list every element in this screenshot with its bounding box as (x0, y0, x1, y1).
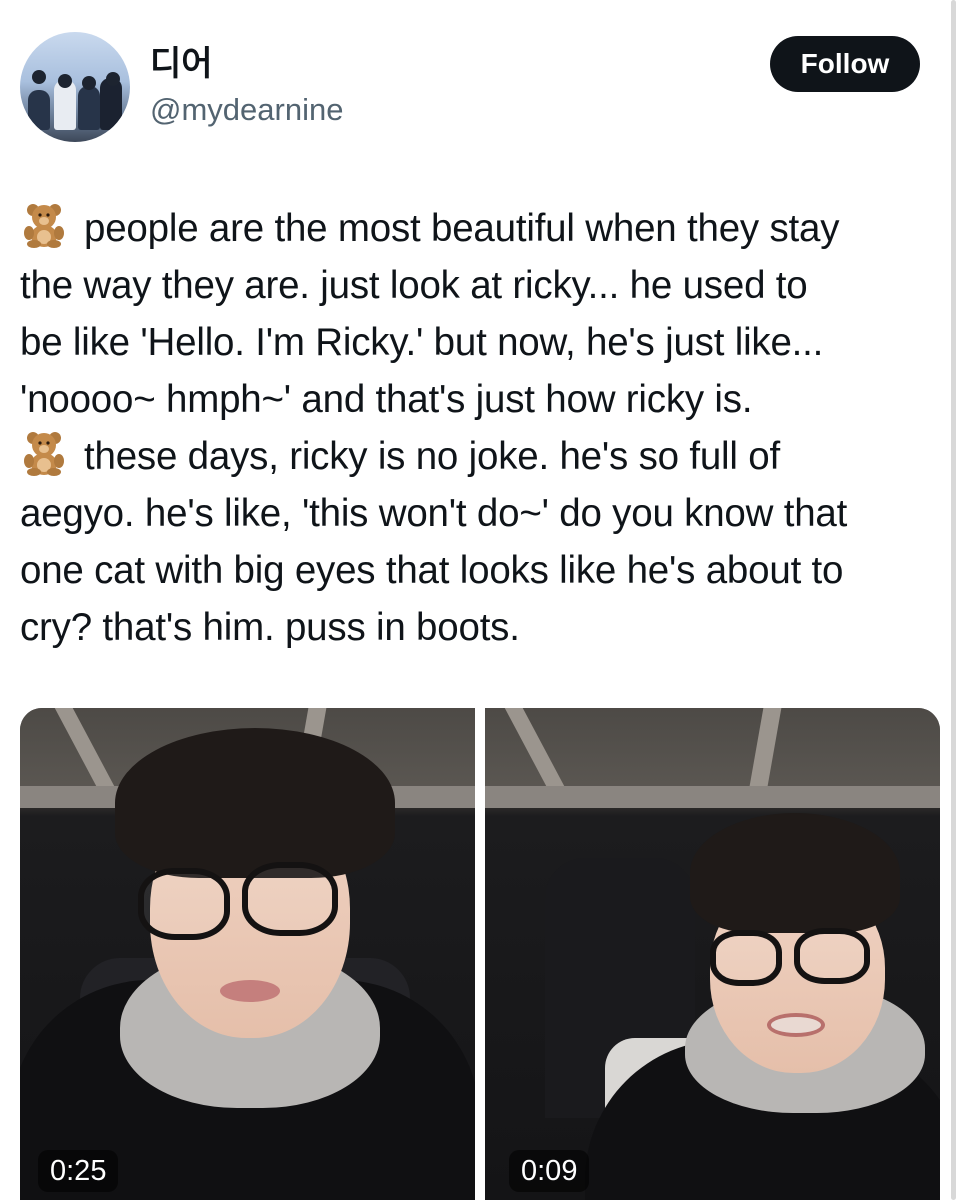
tweet-header: 디어 @mydearnine Follow (20, 32, 925, 144)
video-duration: 0:09 (509, 1150, 590, 1192)
teddy-bear-icon (20, 430, 68, 476)
video-thumbnail-1[interactable]: 0:25 (20, 708, 475, 1200)
tweet-line: 'noooo~ hmph~' and that's just how ricky… (20, 378, 753, 421)
hair (115, 728, 395, 878)
tweet-line: one cat with big eyes that looks like he… (20, 549, 844, 592)
avatar-head (82, 76, 96, 90)
user-info[interactable]: 디어 @mydearnine (150, 44, 343, 130)
hair (690, 813, 900, 933)
video-thumbnail-2[interactable]: 0:09 (485, 708, 940, 1200)
user-avatar[interactable] (20, 32, 130, 142)
lips (220, 980, 280, 1002)
avatar-figure (78, 86, 100, 130)
video-duration: 0:25 (38, 1150, 119, 1192)
scrollbar-thumb[interactable] (951, 0, 956, 1200)
smile (767, 1013, 825, 1037)
user-handle[interactable]: @mydearnine (150, 90, 343, 130)
avatar-head (58, 74, 72, 88)
tweet-line: these days, ricky is no joke. he's so fu… (20, 428, 940, 485)
shelf (485, 786, 940, 808)
tweet-line: the way they are. just look at ricky... … (20, 264, 808, 307)
display-name[interactable]: 디어 (150, 44, 343, 84)
tweet-line: cry? that's him. puss in boots. (20, 606, 520, 649)
tweet-line: be like 'Hello. I'm Ricky.' but now, he'… (20, 321, 824, 364)
tweet-text: people are the most beautiful when they … (20, 200, 940, 656)
avatar-head (106, 72, 120, 86)
avatar-head (32, 70, 46, 84)
tweet-line: people are the most beautiful when they … (20, 200, 940, 257)
teddy-bear-icon (20, 202, 68, 248)
avatar-figure (28, 90, 50, 130)
tweet-line: aegyo. he's like, 'this won't do~' do yo… (20, 492, 848, 535)
page-scrollbar[interactable] (950, 0, 956, 1200)
follow-button[interactable]: Follow (770, 36, 920, 92)
